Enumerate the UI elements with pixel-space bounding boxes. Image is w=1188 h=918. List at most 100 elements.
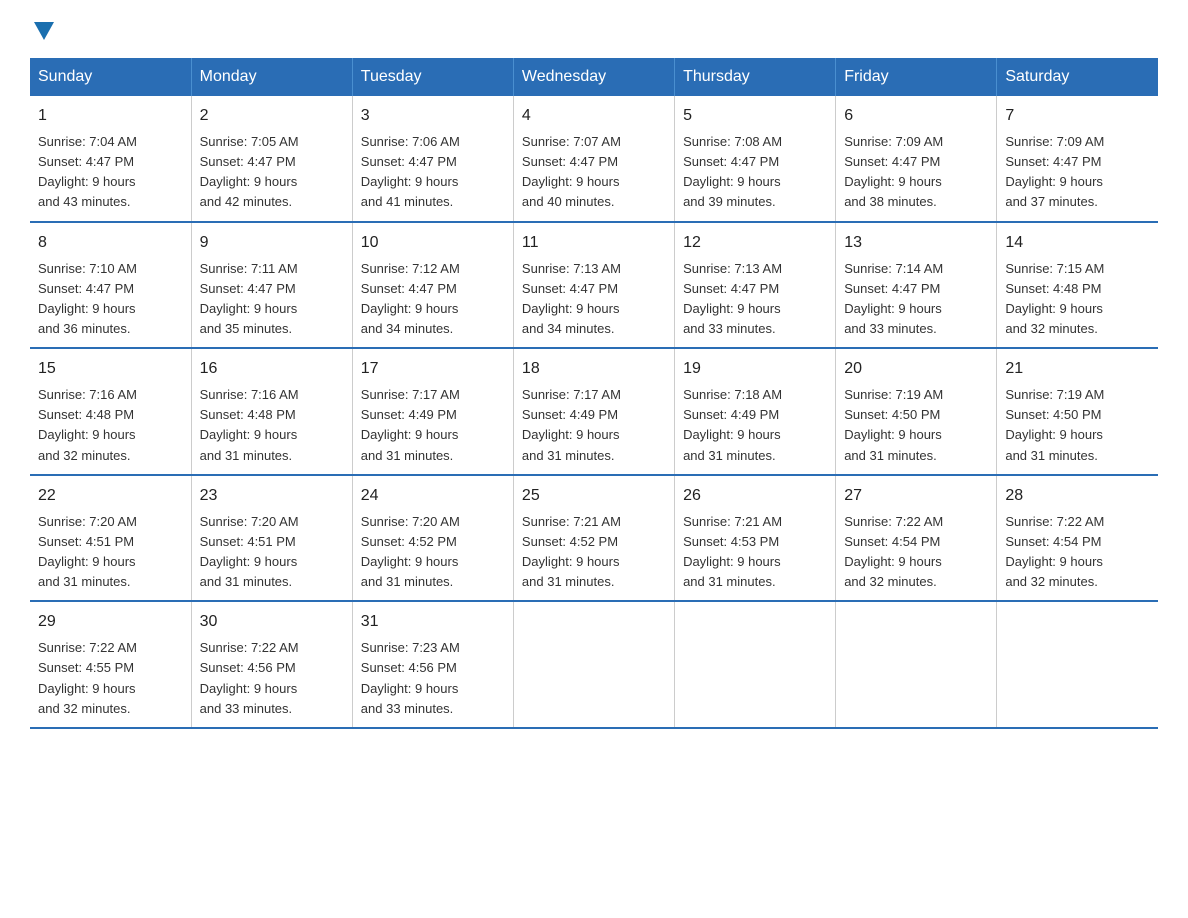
calendar-cell: 25 Sunrise: 7:21 AMSunset: 4:52 PMDayligh…	[513, 475, 674, 602]
day-info: Sunrise: 7:06 AMSunset: 4:47 PMDaylight:…	[361, 132, 505, 213]
page-header	[30, 20, 1158, 38]
header-tuesday: Tuesday	[352, 58, 513, 96]
calendar-cell	[997, 601, 1158, 728]
day-info: Sunrise: 7:19 AMSunset: 4:50 PMDaylight:…	[1005, 385, 1150, 466]
day-number: 11	[522, 231, 666, 255]
day-number: 31	[361, 610, 505, 634]
calendar-table: SundayMondayTuesdayWednesdayThursdayFrid…	[30, 58, 1158, 729]
day-info: Sunrise: 7:11 AMSunset: 4:47 PMDaylight:…	[200, 259, 344, 340]
calendar-cell: 13 Sunrise: 7:14 AMSunset: 4:47 PMDayligh…	[836, 222, 997, 349]
day-number: 30	[200, 610, 344, 634]
calendar-cell: 18 Sunrise: 7:17 AMSunset: 4:49 PMDayligh…	[513, 348, 674, 475]
calendar-cell: 9 Sunrise: 7:11 AMSunset: 4:47 PMDaylight…	[191, 222, 352, 349]
calendar-cell: 2 Sunrise: 7:05 AMSunset: 4:47 PMDaylight…	[191, 96, 352, 222]
day-info: Sunrise: 7:19 AMSunset: 4:50 PMDaylight:…	[844, 385, 988, 466]
calendar-cell	[836, 601, 997, 728]
calendar-cell: 19Sunrise: 7:18 AMSunset: 4:49 PMDayligh…	[675, 348, 836, 475]
day-number: 23	[200, 484, 344, 508]
calendar-cell: 4 Sunrise: 7:07 AMSunset: 4:47 PMDaylight…	[513, 96, 674, 222]
week-row-2: 8 Sunrise: 7:10 AMSunset: 4:47 PMDaylight…	[30, 222, 1158, 349]
calendar-cell: 24 Sunrise: 7:20 AMSunset: 4:52 PMDayligh…	[352, 475, 513, 602]
calendar-cell: 17Sunrise: 7:17 AMSunset: 4:49 PMDayligh…	[352, 348, 513, 475]
day-info: Sunrise: 7:22 AMSunset: 4:56 PMDaylight:…	[200, 638, 344, 719]
day-info: Sunrise: 7:05 AMSunset: 4:47 PMDaylight:…	[200, 132, 344, 213]
day-number: 13	[844, 231, 988, 255]
day-info: Sunrise: 7:17 AMSunset: 4:49 PMDaylight:…	[522, 385, 666, 466]
day-info: Sunrise: 7:04 AMSunset: 4:47 PMDaylight:…	[38, 132, 183, 213]
header-thursday: Thursday	[675, 58, 836, 96]
day-info: Sunrise: 7:16 AMSunset: 4:48 PMDaylight:…	[38, 385, 183, 466]
day-number: 5	[683, 104, 827, 128]
calendar-cell: 21 Sunrise: 7:19 AMSunset: 4:50 PMDayligh…	[997, 348, 1158, 475]
day-number: 18	[522, 357, 666, 381]
calendar-cell: 14 Sunrise: 7:15 AMSunset: 4:48 PMDayligh…	[997, 222, 1158, 349]
day-number: 26	[683, 484, 827, 508]
calendar-cell: 5Sunrise: 7:08 AMSunset: 4:47 PMDaylight…	[675, 96, 836, 222]
day-number: 7	[1005, 104, 1150, 128]
day-number: 4	[522, 104, 666, 128]
calendar-cell: 20 Sunrise: 7:19 AMSunset: 4:50 PMDayligh…	[836, 348, 997, 475]
calendar-cell: 12 Sunrise: 7:13 AMSunset: 4:47 PMDayligh…	[675, 222, 836, 349]
calendar-cell: 8 Sunrise: 7:10 AMSunset: 4:47 PMDaylight…	[30, 222, 191, 349]
day-info: Sunrise: 7:20 AMSunset: 4:51 PMDaylight:…	[200, 512, 344, 593]
day-info: Sunrise: 7:15 AMSunset: 4:48 PMDaylight:…	[1005, 259, 1150, 340]
day-number: 24	[361, 484, 505, 508]
calendar-cell: 7 Sunrise: 7:09 AMSunset: 4:47 PMDaylight…	[997, 96, 1158, 222]
calendar-header-row: SundayMondayTuesdayWednesdayThursdayFrid…	[30, 58, 1158, 96]
day-number: 20	[844, 357, 988, 381]
calendar-cell: 3 Sunrise: 7:06 AMSunset: 4:47 PMDaylight…	[352, 96, 513, 222]
day-info: Sunrise: 7:22 AMSunset: 4:55 PMDaylight:…	[38, 638, 183, 719]
day-number: 9	[200, 231, 344, 255]
day-number: 17	[361, 357, 505, 381]
day-info: Sunrise: 7:13 AMSunset: 4:47 PMDaylight:…	[522, 259, 666, 340]
calendar-cell: 10 Sunrise: 7:12 AMSunset: 4:47 PMDayligh…	[352, 222, 513, 349]
day-info: Sunrise: 7:09 AMSunset: 4:47 PMDaylight:…	[1005, 132, 1150, 213]
day-info: Sunrise: 7:10 AMSunset: 4:47 PMDaylight:…	[38, 259, 183, 340]
calendar-cell	[513, 601, 674, 728]
day-number: 10	[361, 231, 505, 255]
day-number: 29	[38, 610, 183, 634]
calendar-cell: 31 Sunrise: 7:23 AMSunset: 4:56 PMDayligh…	[352, 601, 513, 728]
calendar-cell: 29 Sunrise: 7:22 AMSunset: 4:55 PMDayligh…	[30, 601, 191, 728]
header-monday: Monday	[191, 58, 352, 96]
day-number: 22	[38, 484, 183, 508]
calendar-cell: 28 Sunrise: 7:22 AMSunset: 4:54 PMDayligh…	[997, 475, 1158, 602]
day-info: Sunrise: 7:07 AMSunset: 4:47 PMDaylight:…	[522, 132, 666, 213]
day-number: 16	[200, 357, 344, 381]
day-number: 14	[1005, 231, 1150, 255]
day-info: Sunrise: 7:22 AMSunset: 4:54 PMDaylight:…	[1005, 512, 1150, 593]
day-number: 12	[683, 231, 827, 255]
header-sunday: Sunday	[30, 58, 191, 96]
day-number: 19	[683, 357, 827, 381]
logo-blue-text	[30, 20, 54, 38]
day-info: Sunrise: 7:21 AMSunset: 4:53 PMDaylight:…	[683, 512, 827, 593]
day-info: Sunrise: 7:13 AMSunset: 4:47 PMDaylight:…	[683, 259, 827, 340]
calendar-cell: 11 Sunrise: 7:13 AMSunset: 4:47 PMDayligh…	[513, 222, 674, 349]
calendar-cell: 26 Sunrise: 7:21 AMSunset: 4:53 PMDayligh…	[675, 475, 836, 602]
day-number: 1	[38, 104, 183, 128]
header-wednesday: Wednesday	[513, 58, 674, 96]
day-info: Sunrise: 7:16 AMSunset: 4:48 PMDaylight:…	[200, 385, 344, 466]
day-number: 15	[38, 357, 183, 381]
day-info: Sunrise: 7:20 AMSunset: 4:52 PMDaylight:…	[361, 512, 505, 593]
day-number: 8	[38, 231, 183, 255]
day-info: Sunrise: 7:12 AMSunset: 4:47 PMDaylight:…	[361, 259, 505, 340]
week-row-4: 22 Sunrise: 7:20 AMSunset: 4:51 PMDayligh…	[30, 475, 1158, 602]
week-row-5: 29 Sunrise: 7:22 AMSunset: 4:55 PMDayligh…	[30, 601, 1158, 728]
logo	[30, 20, 54, 38]
calendar-cell: 27Sunrise: 7:22 AMSunset: 4:54 PMDayligh…	[836, 475, 997, 602]
day-number: 6	[844, 104, 988, 128]
day-number: 2	[200, 104, 344, 128]
day-info: Sunrise: 7:23 AMSunset: 4:56 PMDaylight:…	[361, 638, 505, 719]
day-info: Sunrise: 7:21 AMSunset: 4:52 PMDaylight:…	[522, 512, 666, 593]
calendar-cell: 16 Sunrise: 7:16 AMSunset: 4:48 PMDayligh…	[191, 348, 352, 475]
day-number: 21	[1005, 357, 1150, 381]
calendar-cell: 30 Sunrise: 7:22 AMSunset: 4:56 PMDayligh…	[191, 601, 352, 728]
calendar-cell: 22Sunrise: 7:20 AMSunset: 4:51 PMDayligh…	[30, 475, 191, 602]
day-number: 25	[522, 484, 666, 508]
day-info: Sunrise: 7:14 AMSunset: 4:47 PMDaylight:…	[844, 259, 988, 340]
calendar-cell: 15 Sunrise: 7:16 AMSunset: 4:48 PMDayligh…	[30, 348, 191, 475]
day-number: 28	[1005, 484, 1150, 508]
day-number: 3	[361, 104, 505, 128]
day-info: Sunrise: 7:22 AMSunset: 4:54 PMDaylight:…	[844, 512, 988, 593]
